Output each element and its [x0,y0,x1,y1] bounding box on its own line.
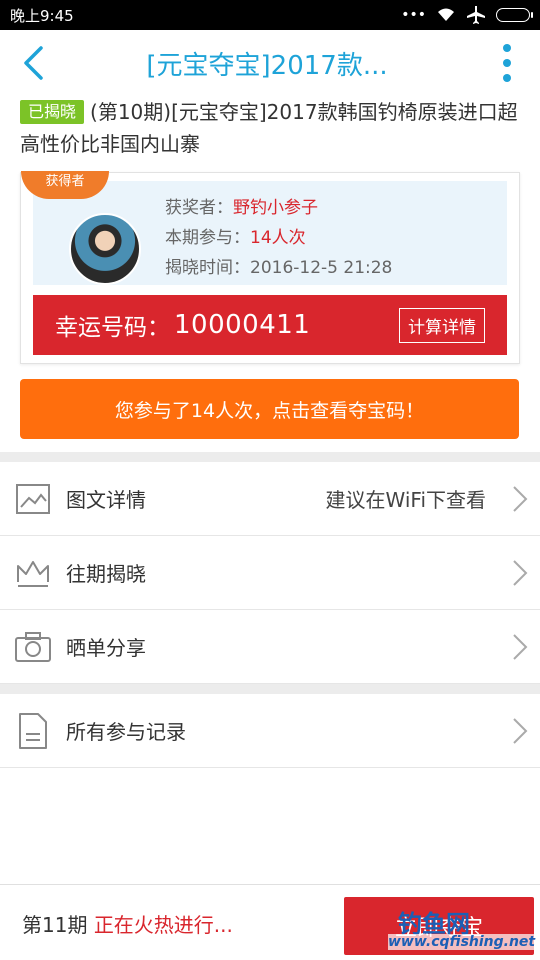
winner-card: 获奖者：野钓小参子 本期参与：14人次 揭晓时间：2016-12-5 21:28… [20,171,520,364]
more-dot [503,74,511,82]
menu-item-share-orders[interactable]: 晒单分享 [0,610,540,684]
more-dot [503,59,511,67]
avatar[interactable] [69,213,141,285]
menu-item-all-records[interactable]: 所有参与记录 [0,694,540,768]
section-divider [0,684,540,694]
section-divider [0,452,540,462]
menu-hint: 建议在WiFi下查看 [325,488,487,512]
menu-label: 往期揭晓 [66,562,146,586]
reveal-time-label: 揭晓时间： [165,258,250,278]
winner-details: 获奖者：野钓小参子 本期参与：14人次 揭晓时间：2016-12-5 21:28 [165,193,392,283]
next-period-status: 第11期 正在火热进行... [22,909,233,938]
bottom-bar: 第11期 正在火热进行... 立即夺宝 [0,884,540,960]
menu-label: 图文详情 [66,488,146,512]
airplane-icon [467,6,485,24]
chevron-right-icon [500,462,540,536]
lucky-number-label: 幸运号码： [55,315,170,341]
chevron-right-icon [500,694,540,768]
battery-icon [496,8,533,22]
more-dots-icon: ••• [401,7,426,23]
camera-icon [0,610,66,684]
reveal-time-value: 2016-12-5 21:28 [250,258,393,278]
more-options-button[interactable] [474,30,540,96]
image-icon [0,462,66,536]
product-title-text: (第10期)[元宝夺宝]2017款韩国钓椅原装进口超高性价比非国内山寨 [20,100,518,156]
back-button[interactable] [0,30,66,96]
chevron-right-icon [500,610,540,684]
status-icons: ••• [401,6,533,24]
join-now-button[interactable]: 立即夺宝 [344,897,534,955]
calculation-details-button[interactable]: 计算详情 [399,307,485,343]
menu-label: 晒单分享 [66,636,146,660]
winner-name[interactable]: 野钓小参子 [233,198,318,218]
revealed-badge: 已揭晓 [20,100,85,124]
status-time: 晚上9:45 [10,6,74,25]
product-title: 已揭晓 (第10期)[元宝夺宝]2017款韩国钓椅原装进口超高性价比非国内山寨 [20,96,530,160]
participate-label: 本期参与： [165,228,250,248]
crown-icon [0,536,66,610]
period-status: 正在火热进行... [93,913,233,937]
view-my-codes-button[interactable]: 您参与了14人次，点击查看夺宝码！ [20,379,519,439]
chevron-left-icon [24,46,43,80]
wifi-icon [438,8,454,21]
winner-label: 获奖者： [165,198,233,218]
document-icon [0,694,66,768]
participate-count: 14人次 [250,228,306,248]
lucky-number-value: 10000411 [174,310,311,340]
status-bar: 晚上9:45 ••• [0,0,540,30]
menu-label: 所有参与记录 [66,720,186,744]
more-dot [503,44,511,52]
menu-item-image-details[interactable]: 图文详情 建议在WiFi下查看 [0,462,540,536]
reveal-time-line: 揭晓时间：2016-12-5 21:28 [165,253,392,283]
participate-line: 本期参与：14人次 [165,223,392,253]
menu-item-past-reveals[interactable]: 往期揭晓 [0,536,540,610]
app-header: [元宝夺宝]2017款... [0,30,540,96]
winner-line: 获奖者：野钓小参子 [165,193,392,223]
winner-info-panel[interactable]: 获奖者：野钓小参子 本期参与：14人次 揭晓时间：2016-12-5 21:28 [33,181,507,285]
chevron-right-icon [500,536,540,610]
period-number: 第11期 [22,913,88,937]
lucky-number-bar: 幸运号码： 10000411 计算详情 [33,295,507,355]
page-title: [元宝夺宝]2017款... [146,50,388,81]
